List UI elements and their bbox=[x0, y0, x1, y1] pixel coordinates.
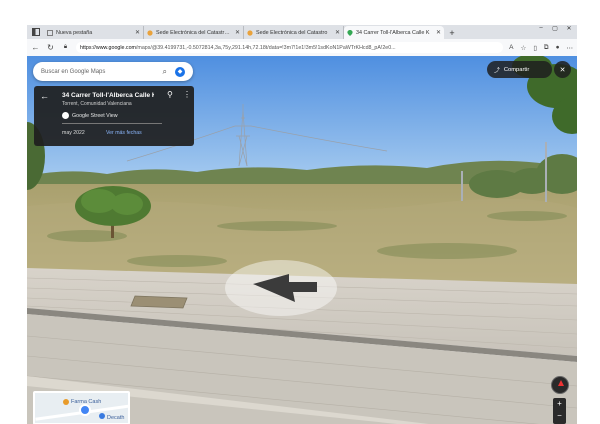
page-icon bbox=[47, 29, 53, 36]
address-bar[interactable]: https://www.google.com/maps/@39.4199731,… bbox=[76, 42, 504, 53]
close-tab-icon[interactable]: ✕ bbox=[135, 29, 140, 36]
back-icon[interactable]: ← bbox=[31, 43, 40, 52]
source-text: Google Street View bbox=[72, 112, 118, 119]
source-label: Google Street View bbox=[62, 112, 118, 119]
reload-icon[interactable]: ↻ bbox=[46, 43, 55, 52]
tab-new-tab[interactable]: Nueva pestaña ✕ bbox=[44, 26, 144, 39]
divider bbox=[62, 123, 162, 124]
back-arrow-icon[interactable]: ← bbox=[40, 91, 49, 101]
maximize-icon[interactable]: ▢ bbox=[550, 25, 560, 32]
street-view-panorama[interactable]: Buscar en Google Maps ⌕ ◆ ← 34 Carrer To… bbox=[27, 56, 577, 424]
zoom-out-button[interactable]: − bbox=[553, 410, 566, 422]
toolbar-icons: A ☆ ▯ ⧉ ● ⋯ bbox=[509, 44, 573, 52]
tab-title: Sede Electrónica del Catastro bbox=[256, 29, 328, 36]
tab-strip: Nueva pestaña ✕ Sede Electrónica del Cat… bbox=[27, 25, 577, 39]
search-box[interactable]: Buscar en Google Maps ⌕ ◆ bbox=[33, 62, 193, 81]
close-window-icon[interactable]: ✕ bbox=[564, 25, 574, 32]
zoom-controls: + − bbox=[553, 398, 566, 424]
zoom-in-button[interactable]: + bbox=[553, 398, 566, 410]
close-tab-icon[interactable]: ✕ bbox=[436, 29, 441, 36]
poi-label: Decath bbox=[107, 415, 125, 421]
collections-icon[interactable]: ⧉ bbox=[544, 44, 549, 52]
maps-pin-icon bbox=[347, 29, 353, 36]
url-domain: https://www.google.com bbox=[80, 44, 136, 51]
tab-title: Nueva pestaña bbox=[56, 29, 93, 36]
favorites-icon[interactable]: ☆ bbox=[521, 44, 527, 52]
browser-window: Nueva pestaña ✕ Sede Electrónica del Cat… bbox=[27, 25, 577, 424]
map-pin-icon[interactable]: ⚲ bbox=[167, 90, 173, 99]
capture-date: may 2022 bbox=[62, 130, 85, 136]
lock-icon[interactable]: 🔒︎ bbox=[61, 44, 70, 51]
tab-catastro-2[interactable]: Sede Electrónica del Catastro ✕ bbox=[244, 26, 344, 39]
split-screen-icon[interactable]: ▯ bbox=[533, 44, 537, 52]
close-tab-icon[interactable]: ✕ bbox=[235, 29, 240, 36]
close-street-view-button[interactable]: ✕ bbox=[554, 61, 571, 78]
browser-toolbar: ← ↻ 🔒︎ https://www.google.com/maps/@39.4… bbox=[27, 39, 577, 56]
tab-actions-icon[interactable] bbox=[30, 26, 42, 38]
share-button[interactable]: ⤴ Compartir bbox=[487, 61, 552, 78]
place-info-card: ← 34 Carrer Toll-l'Alberca Calle K Torre… bbox=[34, 86, 194, 146]
compass-icon[interactable] bbox=[551, 376, 569, 394]
place-title: 34 Carrer Toll-l'Alberca Calle K bbox=[62, 92, 154, 99]
pharmacy-marker-icon bbox=[63, 399, 69, 405]
mini-map[interactable]: Farma Cash Decath bbox=[33, 391, 130, 424]
minimize-icon[interactable]: – bbox=[536, 25, 546, 32]
menu-icon[interactable]: ⋯ bbox=[567, 44, 574, 52]
window-controls: – ▢ ✕ bbox=[536, 25, 574, 32]
store-marker-icon bbox=[99, 413, 105, 419]
catastro-icon bbox=[147, 29, 153, 36]
search-input[interactable]: Buscar en Google Maps bbox=[41, 69, 157, 75]
close-tab-icon[interactable]: ✕ bbox=[335, 29, 340, 36]
new-tab-button[interactable]: + bbox=[446, 27, 458, 39]
place-subtitle: Torrent, Comunidad Valenciana bbox=[62, 101, 132, 107]
share-icon: ⤴ bbox=[494, 68, 500, 74]
share-label: Compartir bbox=[503, 66, 530, 73]
catastro-icon bbox=[247, 29, 253, 36]
read-aloud-icon[interactable]: A bbox=[509, 44, 513, 52]
tab-title: Sede Electrónica del Catastro - C bbox=[156, 29, 232, 36]
tab-google-maps[interactable]: 34 Carrer Toll-l'Alberca Calle K ✕ bbox=[344, 26, 444, 39]
tab-catastro-1[interactable]: Sede Electrónica del Catastro - C ✕ bbox=[144, 26, 244, 39]
search-icon[interactable]: ⌕ bbox=[163, 67, 167, 77]
more-dates-link[interactable]: Ver más fechas bbox=[106, 130, 142, 136]
profile-icon[interactable]: ● bbox=[556, 44, 560, 52]
google-logo-icon bbox=[62, 112, 69, 119]
directions-icon[interactable]: ◆ bbox=[175, 66, 185, 77]
more-options-icon[interactable]: ⋮ bbox=[183, 90, 191, 99]
url-path: /maps/@39.4199731,-0.5072814,3a,75y,291.… bbox=[135, 44, 396, 51]
tab-title: 34 Carrer Toll-l'Alberca Calle K bbox=[356, 29, 430, 36]
pegman-location-icon bbox=[79, 404, 91, 416]
